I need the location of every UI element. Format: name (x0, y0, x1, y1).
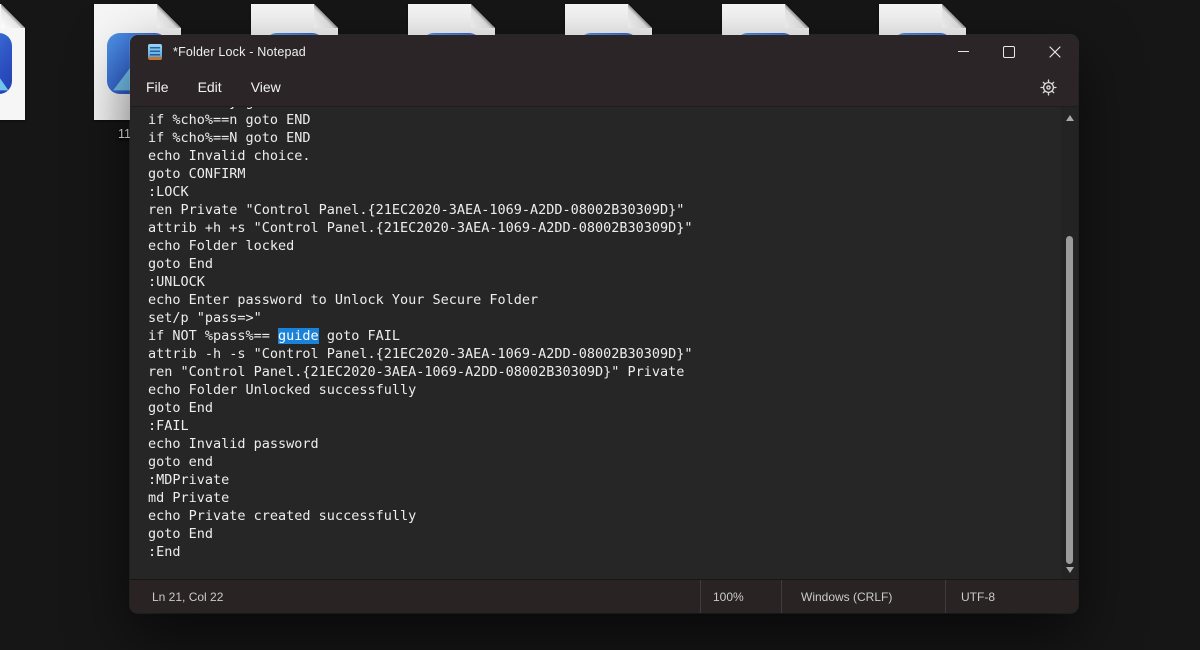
code-line: if %cho%==N goto END (148, 129, 1058, 147)
desktop-file-icon[interactable] (0, 4, 25, 120)
code-line: :MDPrivate (148, 471, 1058, 489)
scrollbar-thumb[interactable] (1066, 236, 1073, 564)
page-fold-corner (628, 4, 652, 28)
page-fold-corner (1, 4, 25, 28)
code-line: if NOT %pass%== guide goto FAIL (148, 327, 1058, 345)
status-right-group: 100% Windows (CRLF) UTF-8 (700, 580, 1078, 613)
maximize-icon (1003, 46, 1015, 58)
code-line: goto CONFIRM (148, 165, 1058, 183)
code-line: echo Private created successfully (148, 507, 1058, 525)
notepad-icon (148, 44, 162, 60)
code-line: echo Folder locked (148, 237, 1058, 255)
code-line: ren Private "Control Panel.{21EC2020-3AE… (148, 201, 1058, 219)
code-line: echo Enter password to Unlock Your Secur… (148, 291, 1058, 309)
menu-bar: File Edit View (130, 68, 1078, 106)
code-line: echo Invalid password (148, 435, 1058, 453)
title-bar[interactable]: *Folder Lock - Notepad (130, 35, 1078, 68)
cursor-position: Ln 21, Col 22 (152, 590, 223, 604)
code-line: :UNLOCK (148, 273, 1058, 291)
code-line: md Private (148, 489, 1058, 507)
gear-icon (1040, 79, 1057, 96)
minimize-button[interactable] (940, 35, 986, 68)
code-line: goto End (148, 255, 1058, 273)
code-line: echo Invalid choice. (148, 147, 1058, 165)
notepad-window: *Folder Lock - Notepad File Edit View (130, 35, 1078, 613)
code-line: goto End (148, 399, 1058, 417)
close-icon (1049, 46, 1061, 58)
menu-view[interactable]: View (240, 74, 292, 100)
code-line: goto End (148, 525, 1058, 543)
page-fold-corner (942, 4, 966, 28)
caption-buttons (940, 35, 1078, 68)
selected-text: guide (278, 328, 319, 344)
close-button[interactable] (1032, 35, 1078, 68)
line-ending: Windows (CRLF) (781, 580, 945, 613)
code-line: attrib +h +s "Control Panel.{21EC2020-3A… (148, 219, 1058, 237)
text-editor[interactable]: if %cho%==y goto LOCKif %cho%==n goto EN… (130, 106, 1078, 579)
code-line: echo Folder Unlocked successfully (148, 381, 1058, 399)
status-bar: Ln 21, Col 22 100% Windows (CRLF) UTF-8 (130, 579, 1078, 613)
maximize-button[interactable] (986, 35, 1032, 68)
code-line: :FAIL (148, 417, 1058, 435)
window-title: *Folder Lock - Notepad (173, 45, 306, 59)
code-line: :LOCK (148, 183, 1058, 201)
code-line: goto end (148, 453, 1058, 471)
vertical-scrollbar[interactable] (1061, 107, 1078, 579)
settings-button[interactable] (1033, 73, 1063, 101)
encoding: UTF-8 (945, 580, 1078, 613)
scroll-down-arrow-icon[interactable] (1066, 567, 1074, 573)
page-fold-corner (785, 4, 809, 28)
code-line: set/p "pass=>" (148, 309, 1058, 327)
code-line: if %cho%==n goto END (148, 111, 1058, 129)
scroll-up-arrow-icon[interactable] (1066, 115, 1074, 121)
zoom-level: 100% (700, 580, 781, 613)
minimize-icon (958, 51, 969, 52)
page-fold-corner (471, 4, 495, 28)
page-fold-corner (314, 4, 338, 28)
code-line: attrib -h -s "Control Panel.{21EC2020-3A… (148, 345, 1058, 363)
page-fold-corner (157, 4, 181, 28)
menu-edit[interactable]: Edit (187, 74, 233, 100)
editor-content: if %cho%==y goto LOCKif %cho%==n goto EN… (148, 106, 1058, 561)
code-line: ren "Control Panel.{21EC2020-3AEA-1069-A… (148, 363, 1058, 381)
file-app-logo-icon (0, 33, 12, 94)
menu-file[interactable]: File (135, 74, 180, 100)
code-line: :End (148, 543, 1058, 561)
